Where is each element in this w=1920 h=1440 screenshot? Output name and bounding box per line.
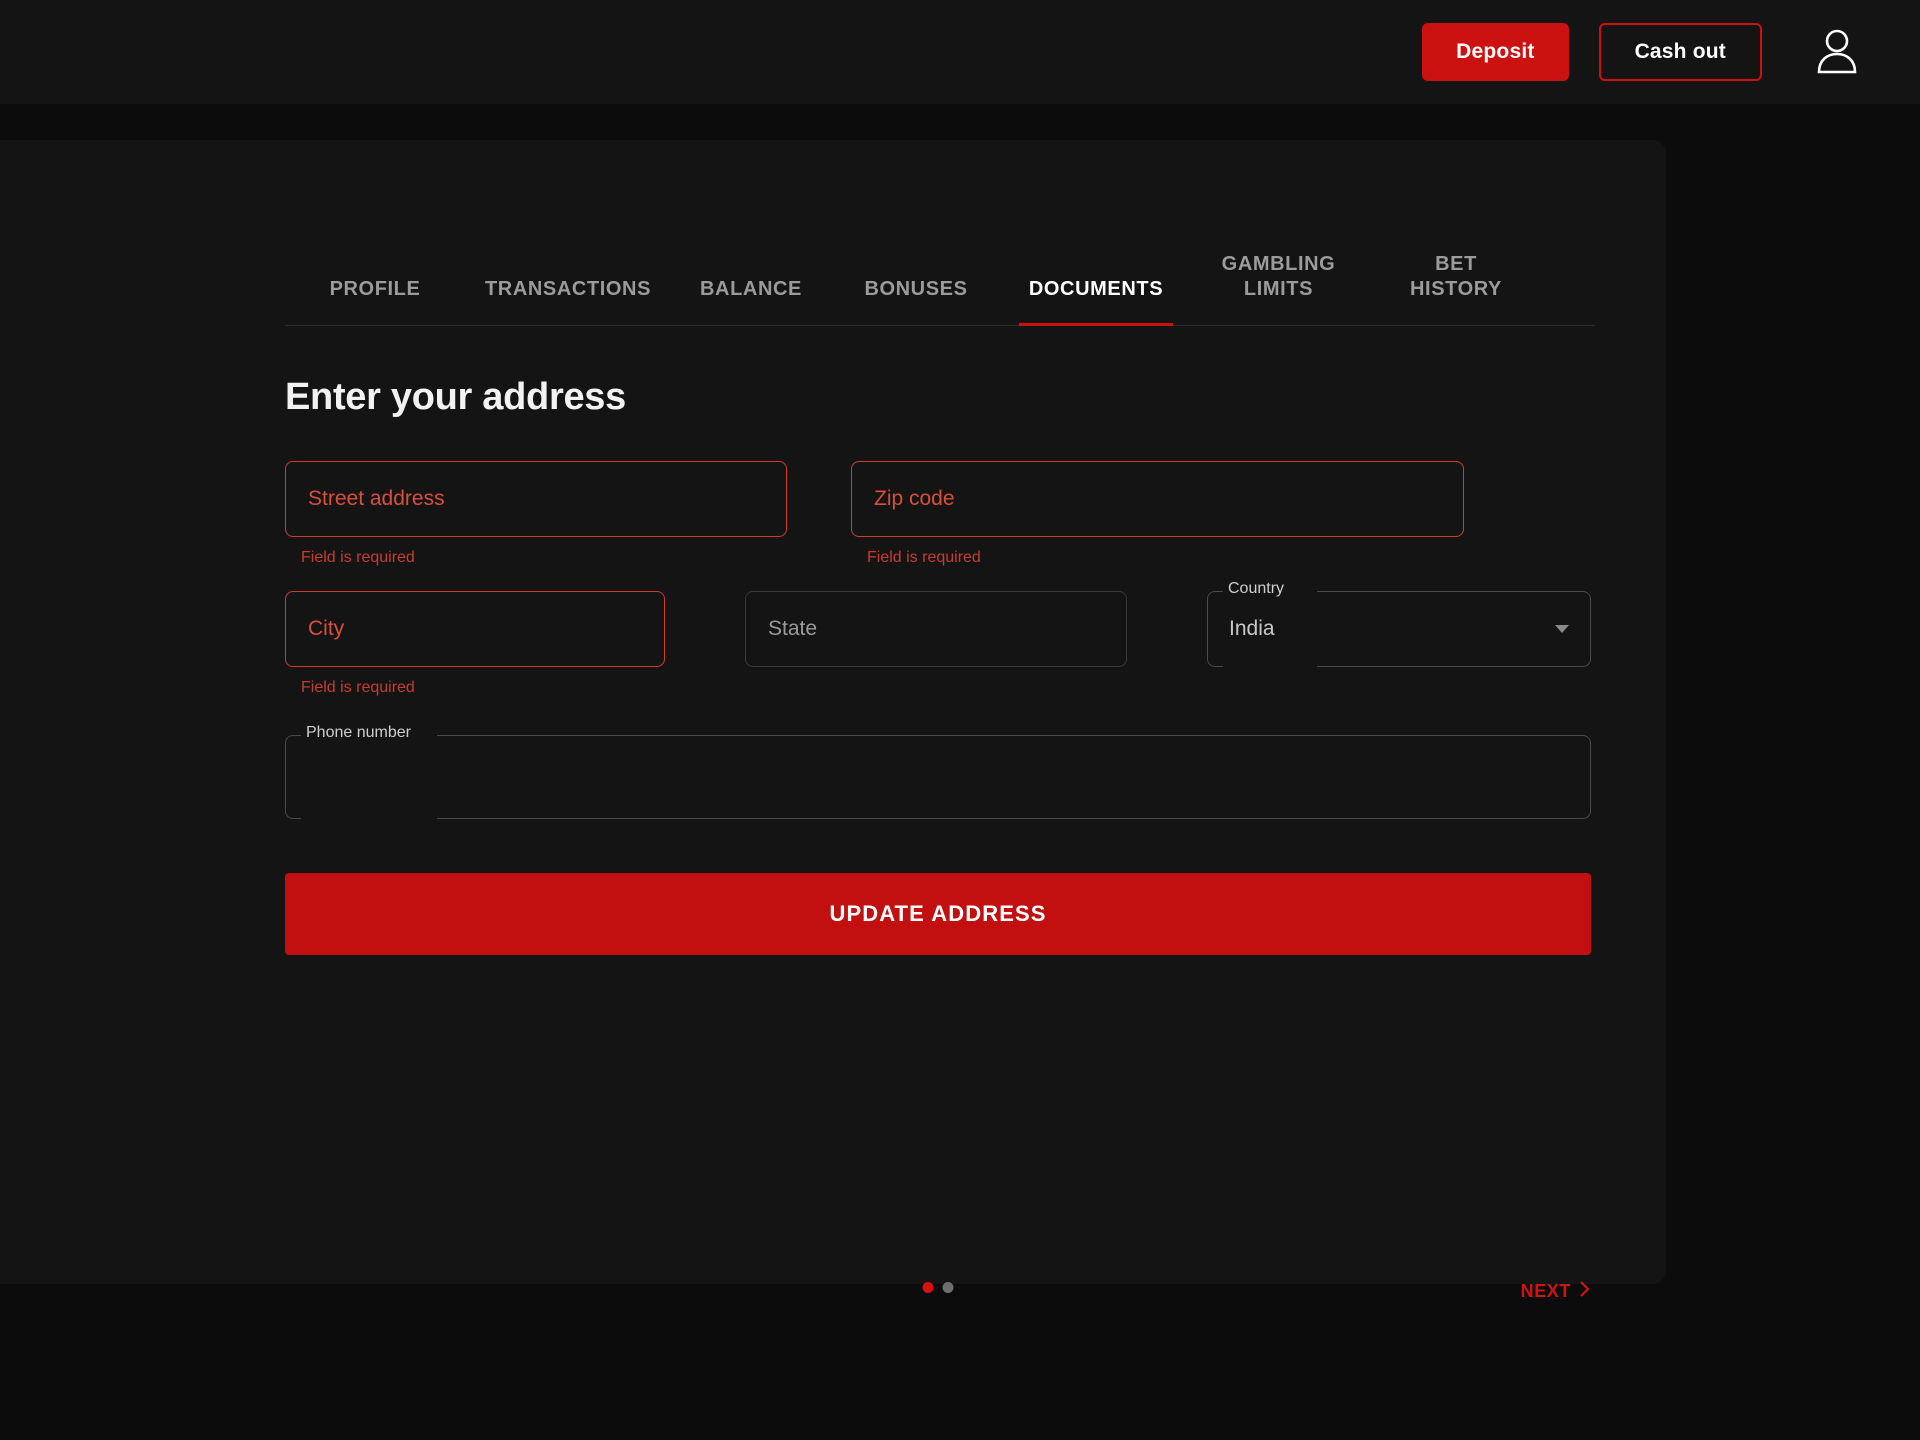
street-address-input[interactable]: Street address — [285, 461, 787, 537]
city-error: Field is required — [301, 679, 415, 696]
form-row-3: Phone number — [285, 724, 1591, 819]
chevron-right-icon — [1579, 1280, 1591, 1303]
zip-code-field: Zip code Field is required — [851, 461, 1464, 567]
country-select[interactable]: Country India — [1207, 580, 1591, 667]
zip-code-input[interactable]: Zip code — [851, 461, 1464, 537]
wizard-pager: NEXT — [285, 1272, 1591, 1312]
top-bar: Deposit Cash out — [0, 0, 1920, 104]
phone-number-field: Phone number — [285, 724, 1591, 819]
city-input[interactable]: City — [285, 591, 665, 667]
update-address-button[interactable]: UPDATE ADDRESS — [285, 873, 1591, 955]
tab-bet-history[interactable]: BET HISTORY — [1366, 252, 1546, 325]
country-field: Country India — [1207, 580, 1591, 667]
tab-bonuses[interactable]: BONUSES — [831, 277, 1001, 325]
page-title: Enter your address — [285, 376, 626, 418]
pager-dot-2[interactable] — [942, 1282, 954, 1293]
tab-gambling-limits[interactable]: GAMBLING LIMITS — [1191, 252, 1366, 325]
city-field: City Field is required — [285, 591, 665, 697]
phone-number-input[interactable]: Phone number — [285, 724, 1591, 819]
panel-content: PROFILE TRANSACTIONS BALANCE BONUSES DOC… — [285, 140, 1615, 1301]
next-button[interactable]: NEXT — [1521, 1280, 1591, 1303]
form-row-1: Street address Field is required Zip cod… — [285, 461, 1591, 567]
tab-transactions[interactable]: TRANSACTIONS — [465, 277, 671, 325]
street-address-field: Street address Field is required — [285, 461, 787, 567]
country-label: Country — [1223, 580, 1290, 598]
deposit-button[interactable]: Deposit — [1422, 23, 1569, 81]
pager-dots — [922, 1282, 954, 1293]
state-input[interactable]: State — [745, 591, 1127, 667]
street-address-placeholder: Street address — [308, 487, 445, 510]
cash-out-button[interactable]: Cash out — [1598, 23, 1762, 81]
tab-profile[interactable]: PROFILE — [285, 277, 465, 325]
pager-dot-1[interactable] — [922, 1282, 934, 1293]
page-root: Deposit Cash out PROFILE TRANSACTIONS BA… — [0, 0, 1920, 1440]
chevron-down-icon[interactable] — [1555, 625, 1569, 633]
next-label: NEXT — [1520, 1281, 1571, 1301]
city-placeholder: City — [308, 617, 345, 640]
address-form: Street address Field is required Zip cod… — [285, 461, 1591, 955]
account-tabs: PROFILE TRANSACTIONS BALANCE BONUSES DOC… — [285, 230, 1595, 326]
tab-balance[interactable]: BALANCE — [671, 277, 831, 325]
form-row-2: City Field is required State Country Ind… — [285, 580, 1591, 697]
state-placeholder: State — [768, 617, 818, 640]
tab-documents[interactable]: DOCUMENTS — [1001, 277, 1191, 326]
street-address-error: Field is required — [301, 549, 415, 566]
user-avatar-icon — [1815, 28, 1859, 77]
phone-outline — [285, 735, 1591, 819]
account-avatar-button[interactable] — [1806, 21, 1868, 83]
country-value: India — [1229, 617, 1275, 640]
zip-code-error: Field is required — [867, 549, 981, 566]
account-panel: PROFILE TRANSACTIONS BALANCE BONUSES DOC… — [0, 140, 1666, 1301]
phone-number-label: Phone number — [301, 724, 416, 742]
zip-code-placeholder: Zip code — [874, 487, 955, 510]
state-field: State — [745, 591, 1127, 667]
